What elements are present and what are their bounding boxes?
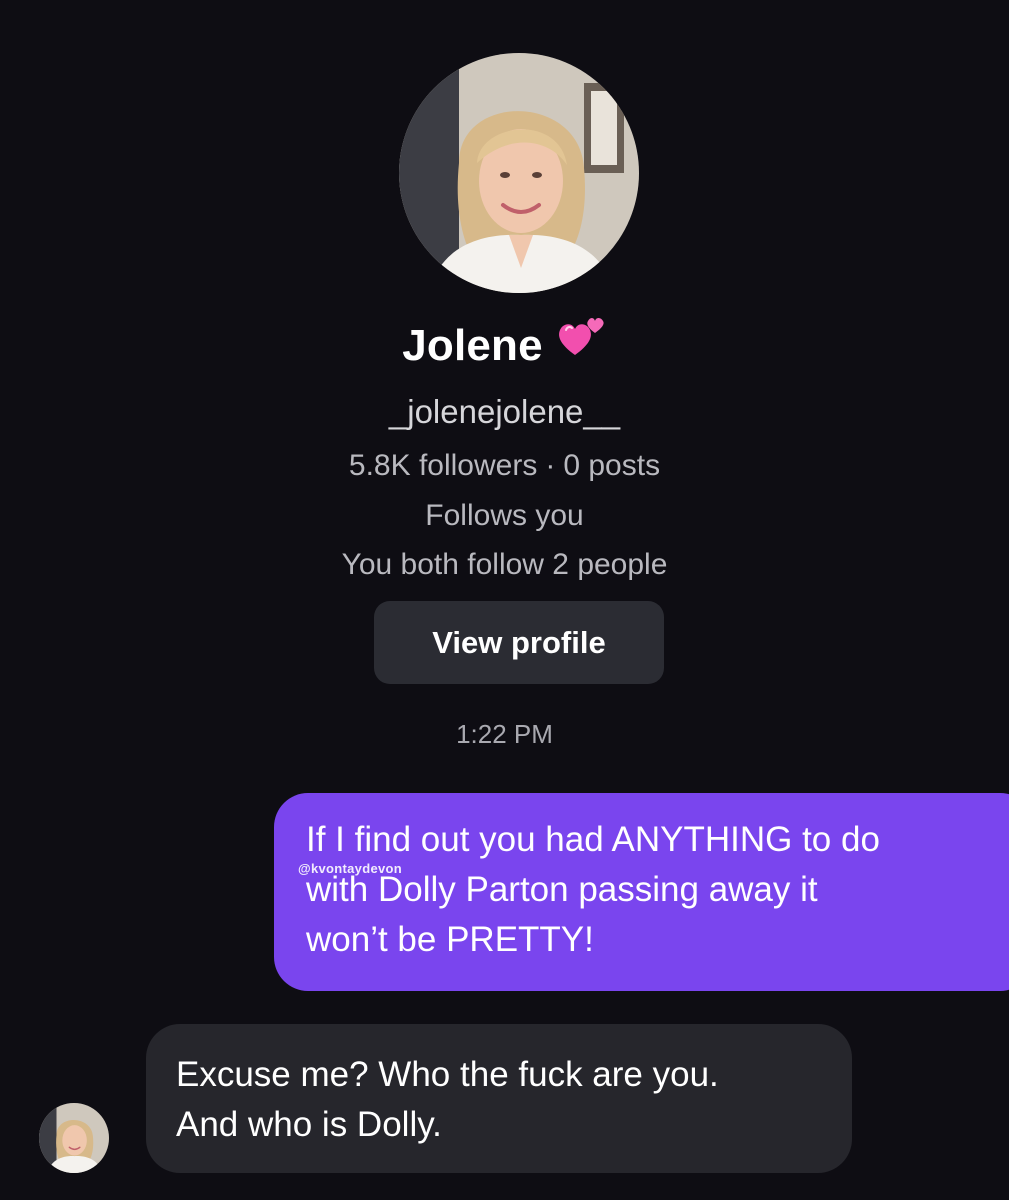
profile-name-row: Jolene: [0, 316, 1009, 376]
profile-avatar[interactable]: [399, 53, 639, 293]
sender-photo-icon: [39, 1103, 109, 1173]
outgoing-message-bubble[interactable]: If I find out you had ANYTHING to do wit…: [274, 793, 1009, 991]
profile-photo-icon: [399, 53, 639, 293]
posts-count: 0 posts: [563, 449, 661, 482]
profile-name: Jolene: [402, 321, 543, 370]
incoming-message-text: Excuse me? Who the fuck are you. And who…: [176, 1055, 719, 1144]
follows-you-label: Follows you: [425, 499, 584, 532]
chat-screen: Jolene _jolenejolene__ 5.8K followers · 0 …: [0, 0, 1009, 1200]
profile-username: _jolenejolene__: [388, 393, 621, 430]
view-profile-button[interactable]: View profile: [374, 601, 664, 684]
incoming-message-bubble[interactable]: Excuse me? Who the fuck are you. And who…: [146, 1024, 852, 1173]
stats-separator: ·: [545, 449, 556, 482]
two-hearts-icon: [557, 313, 607, 373]
outgoing-message-text: If I find out you had ANYTHING to do wit…: [306, 820, 880, 959]
profile-stats: 5.8K followers · 0 posts: [0, 443, 1009, 489]
mutual-followers-label: You both follow 2 people: [341, 548, 668, 581]
watermark-text: @kvontaydevon: [298, 861, 402, 876]
sender-avatar[interactable]: [39, 1103, 109, 1173]
followers-count: 5.8K followers: [348, 449, 538, 482]
message-timestamp: 1:22 PM: [456, 719, 553, 749]
